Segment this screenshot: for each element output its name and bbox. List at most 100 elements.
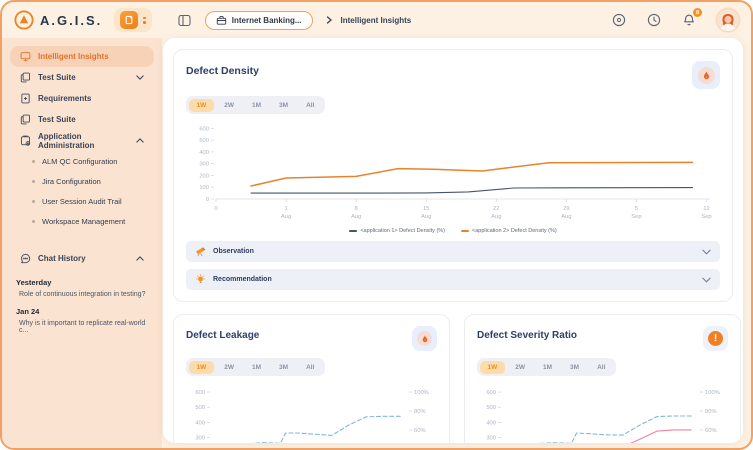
- telescope-icon: [195, 246, 206, 257]
- range-tab-2w[interactable]: 2W: [507, 361, 533, 374]
- insights-icon: [20, 51, 31, 62]
- chevron-up-icon: [136, 256, 144, 261]
- feedback-icon[interactable]: [611, 12, 627, 28]
- svg-text:15: 15: [423, 206, 429, 212]
- workspace-switcher[interactable]: [114, 8, 152, 32]
- notifications-bell-icon[interactable]: 8: [681, 12, 697, 28]
- range-tab-1m[interactable]: 1M: [535, 361, 560, 374]
- range-tab-all[interactable]: All: [298, 99, 322, 112]
- svg-text:80%: 80%: [705, 409, 717, 415]
- sidebar-subitem-label: User Session Audit Trail: [42, 197, 122, 206]
- sidebar-subitem-jira-configuration[interactable]: Jira Configuration: [10, 171, 154, 191]
- history-clock-icon[interactable]: [646, 12, 662, 28]
- app-name: A.G.I.S.: [40, 13, 102, 28]
- sidebar-item-chat-history[interactable]: Chat History: [10, 248, 154, 269]
- svg-text:600: 600: [486, 390, 496, 396]
- flame-indicator-button[interactable]: [412, 326, 437, 351]
- card-title: Defect Density: [186, 61, 259, 77]
- chart-line-series-2: [503, 430, 691, 443]
- flame-indicator-button[interactable]: [692, 61, 720, 89]
- svg-text:1: 1: [284, 206, 287, 212]
- sidebar-subitem-workspace-management[interactable]: Workspace Management: [10, 211, 154, 231]
- range-tab-2w[interactable]: 2W: [216, 361, 242, 374]
- svg-text:200: 200: [199, 173, 209, 179]
- lightbulb-icon: [195, 274, 206, 285]
- briefcase-icon: [216, 15, 227, 26]
- chart-line-series-1: [212, 416, 400, 443]
- range-tab-3m[interactable]: 3M: [562, 361, 587, 374]
- chevron-up-icon: [136, 138, 144, 143]
- range-tab-1m[interactable]: 1M: [244, 99, 269, 112]
- chat-date: Jan 24: [16, 307, 148, 316]
- sidebar-item-label: Intelligent Insights: [38, 52, 144, 61]
- observation-accordion[interactable]: Observation: [186, 241, 720, 262]
- range-tab-3m[interactable]: 3M: [271, 361, 296, 374]
- sidebar-item-requirements[interactable]: Requirements: [10, 88, 154, 109]
- range-tab-1w[interactable]: 1W: [189, 99, 215, 112]
- svg-text:300: 300: [195, 436, 205, 442]
- range-tab-1w[interactable]: 1W: [189, 361, 215, 374]
- range-tab-1m[interactable]: 1M: [244, 361, 269, 374]
- card-title: Defect Leakage: [186, 326, 259, 341]
- main-content: Defect Density 1W2W1M3MAll 0100200300400…: [163, 38, 743, 443]
- app-window: A.G.I.S. Internet Banking... Intelligent…: [0, 0, 753, 450]
- sidebar-item-label: Application Administration: [38, 132, 129, 150]
- workspace-icon: [120, 11, 138, 29]
- defect-severity-ratio-card: Defect Severity Ratio ! 1W2W1M3MAll 1002…: [464, 314, 741, 443]
- svg-text:Aug: Aug: [421, 214, 431, 220]
- svg-text:12: 12: [703, 206, 709, 212]
- top-header: A.G.I.S. Internet Banking... Intelligent…: [2, 2, 751, 38]
- sidebar-subitem-user-session-audit-trail[interactable]: User Session Audit Trail: [10, 191, 154, 211]
- range-tab-all[interactable]: All: [298, 361, 322, 374]
- sidebar-subitem-label: ALM QC Configuration: [42, 157, 117, 166]
- breadcrumb-current: Intelligent Insights: [341, 16, 412, 25]
- project-name: Internet Banking...: [232, 16, 302, 25]
- chevron-down-icon[interactable]: [702, 277, 711, 283]
- bullet-icon: [32, 220, 35, 223]
- legend-item: <application 1> Defect Density (%): [349, 228, 445, 234]
- svg-text:400: 400: [195, 420, 205, 426]
- card-title: Defect Severity Ratio: [477, 326, 577, 341]
- project-selector[interactable]: Internet Banking...: [205, 11, 313, 30]
- chart-line-<application 2> Defect Density (%): [251, 162, 693, 186]
- accordion-label: Observation: [213, 248, 695, 255]
- sidebar-item-application-administration[interactable]: Application Administration: [10, 130, 154, 151]
- chat-question[interactable]: Why is it important to replicate real-wo…: [16, 320, 148, 334]
- svg-text:300: 300: [199, 162, 209, 168]
- sidebar-subitem-alm-qc-configuration[interactable]: ALM QC Configuration: [10, 151, 154, 171]
- svg-text:Sep: Sep: [631, 214, 641, 220]
- warning-indicator-button[interactable]: !: [703, 326, 728, 351]
- svg-text:60%: 60%: [705, 428, 717, 434]
- range-tab-all[interactable]: All: [589, 361, 613, 374]
- svg-text:0: 0: [214, 206, 217, 212]
- logo-icon: [14, 10, 34, 30]
- svg-text:8: 8: [355, 206, 358, 212]
- sidebar-item-intelligent-insights[interactable]: Intelligent Insights: [10, 46, 154, 67]
- recommendation-accordion[interactable]: Recommendation: [186, 269, 720, 290]
- user-avatar[interactable]: [717, 9, 739, 31]
- range-tab-1w[interactable]: 1W: [480, 361, 506, 374]
- sidebar-item-test-suite-2[interactable]: Test Suite: [10, 109, 154, 130]
- time-range-tabs: 1W2W1M3MAll: [186, 358, 325, 376]
- svg-text:400: 400: [199, 150, 209, 156]
- chart-line-series-1: [503, 416, 691, 443]
- range-tab-3m[interactable]: 3M: [271, 99, 296, 112]
- notification-count-badge: 8: [693, 8, 702, 17]
- sidebar-subitem-label: Workspace Management: [42, 217, 125, 226]
- defect-leakage-card: Defect Leakage 1W2W1M3MAll 1: [173, 314, 450, 443]
- svg-text:22: 22: [493, 206, 499, 212]
- svg-text:600: 600: [199, 126, 209, 132]
- svg-text:Sep: Sep: [701, 214, 711, 220]
- svg-text:80%: 80%: [414, 409, 426, 415]
- chat-question[interactable]: Role of continuous integration in testin…: [16, 291, 148, 298]
- svg-text:5: 5: [635, 206, 638, 212]
- file-plus-icon: [20, 93, 31, 104]
- legend-item: <application 2> Defect Density (%): [461, 228, 557, 234]
- chart-legend: <application 1> Defect Density (%) <appli…: [186, 228, 720, 234]
- chevron-down-icon[interactable]: [702, 249, 711, 255]
- copy-icon: [20, 114, 31, 125]
- sidebar-item-test-suite[interactable]: Test Suite: [10, 67, 154, 88]
- range-tab-2w[interactable]: 2W: [216, 99, 242, 112]
- sidebar-toggle-icon[interactable]: [178, 14, 191, 27]
- more-options-icon[interactable]: [143, 17, 146, 24]
